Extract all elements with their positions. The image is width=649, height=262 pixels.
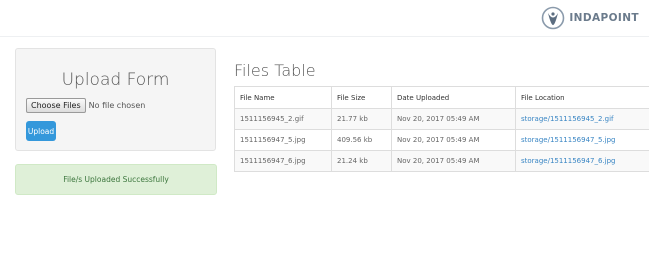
alert-message: File/s Uploaded Successfully bbox=[63, 175, 169, 184]
column-header-date-uploaded: Date Uploaded bbox=[391, 86, 516, 109]
cell-file-name: 1511156947_6.jpg bbox=[234, 150, 332, 172]
file-location-link[interactable]: storage/1511156947_5.jpg bbox=[515, 129, 649, 151]
cell-date-uploaded: Nov 20, 2017 05:49 AM bbox=[391, 129, 516, 151]
table-header-row: File Name File Size Date Uploaded File L… bbox=[234, 86, 649, 109]
page: INDAPOINT Upload Form Choose Files No fi… bbox=[0, 0, 649, 262]
success-alert: File/s Uploaded Successfully bbox=[15, 164, 217, 195]
column-header-file-location: File Location bbox=[515, 86, 649, 109]
upload-form-panel: Upload Form Choose Files No file chosen … bbox=[15, 48, 216, 151]
cell-file-name: 1511156947_5.jpg bbox=[234, 129, 332, 151]
upload-button[interactable]: Upload bbox=[26, 121, 56, 141]
file-status-text: No file chosen bbox=[88, 101, 146, 110]
table-row: 1511156947_5.jpg 409.56 kb Nov 20, 2017 … bbox=[234, 129, 649, 151]
table-row: 1511156945_2.gif 21.77 kb Nov 20, 2017 0… bbox=[234, 108, 649, 130]
files-table: File Name File Size Date Uploaded File L… bbox=[234, 86, 649, 172]
table-row: 1511156947_6.jpg 21.24 kb Nov 20, 2017 0… bbox=[234, 150, 649, 172]
file-input[interactable]: Choose Files No file chosen bbox=[26, 98, 145, 113]
cell-file-size: 21.24 kb bbox=[331, 150, 392, 172]
cell-file-size: 21.77 kb bbox=[331, 108, 392, 130]
indapoint-logo-icon bbox=[542, 6, 565, 30]
header: INDAPOINT bbox=[0, 0, 649, 37]
cell-file-size: 409.56 kb bbox=[331, 129, 392, 151]
file-location-link[interactable]: storage/1511156947_6.jpg bbox=[515, 150, 649, 172]
cell-date-uploaded: Nov 20, 2017 05:49 AM bbox=[391, 108, 516, 130]
file-location-link[interactable]: storage/1511156945_2.gif bbox=[515, 108, 649, 130]
cell-date-uploaded: Nov 20, 2017 05:49 AM bbox=[391, 150, 516, 172]
column-header-file-name: File Name bbox=[234, 86, 332, 109]
files-table-title: Files Table bbox=[234, 61, 316, 80]
upload-form-title: Upload Form bbox=[61, 70, 170, 90]
column-header-file-size: File Size bbox=[331, 86, 392, 109]
choose-files-button[interactable]: Choose Files bbox=[26, 98, 86, 113]
logo-text: INDAPOINT bbox=[569, 11, 639, 24]
cell-file-name: 1511156945_2.gif bbox=[234, 108, 332, 130]
logo[interactable]: INDAPOINT bbox=[541, 4, 639, 32]
